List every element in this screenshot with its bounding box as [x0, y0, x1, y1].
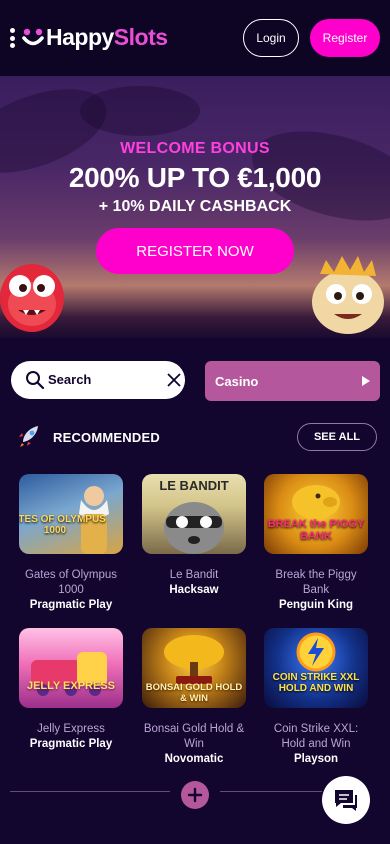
game-thumbnail[interactable]: BREAK the PIGGY BANK: [264, 474, 368, 554]
game-thumbnail[interactable]: BONSAI GOLD HOLD & WIN: [142, 628, 246, 708]
game-thumbnail[interactable]: GATES OF OLYMPUS 1000: [19, 474, 123, 554]
plus-icon: [187, 787, 203, 803]
hero-cashback: + 10% DAILY CASHBACK: [98, 198, 292, 215]
game-thumbnail[interactable]: COIN STRIKE XXL HOLD AND WIN: [264, 628, 368, 708]
cream-monster-icon: [312, 256, 384, 334]
divider-right: [220, 791, 322, 792]
hero-banner[interactable]: WELCOME BONUS 200% UP TO €1,000 + 10% DA…: [0, 76, 390, 338]
game-art-title: BONSAI GOLD HOLD & WIN: [145, 682, 243, 704]
search-input[interactable]: Search: [11, 361, 185, 399]
top-header: Happy Slots Login Register: [0, 0, 390, 76]
game-card[interactable]: COIN STRIKE XXL HOLD AND WIN Coin Strike…: [264, 628, 368, 767]
game-name: Le Bandit: [169, 569, 219, 581]
game-card[interactable]: BONSAI GOLD HOLD & WIN Bonsai Gold Hold …: [142, 628, 246, 767]
game-provider: Novomatic: [164, 753, 224, 765]
game-provider: Hacksaw: [169, 584, 219, 596]
game-name: Coin Strike XXL: Hold and Win: [273, 723, 359, 750]
hero-bg-shape: [80, 86, 200, 136]
hero-title: 200% UP TO €1,000: [68, 162, 322, 193]
game-thumbnail[interactable]: JELLY EXPRESS: [19, 628, 123, 708]
hero-subtitle: WELCOME BONUS: [120, 140, 270, 157]
load-more-button[interactable]: [181, 781, 209, 809]
game-art-title: LE BANDIT: [159, 478, 229, 493]
chat-icon: [335, 790, 357, 811]
smile-logo-icon: [22, 28, 44, 45]
game-art-title: JELLY EXPRESS: [26, 680, 116, 692]
game-provider: Pragmatic Play: [29, 599, 113, 611]
login-button[interactable]: Login: [243, 19, 299, 57]
game-provider: Penguin King: [278, 599, 354, 611]
game-card[interactable]: GATES OF OLYMPUS 1000 Gates of Olympus 1…: [19, 474, 123, 613]
lightning-coin-icon: [296, 632, 336, 672]
close-icon[interactable]: [167, 373, 181, 387]
game-provider: Pragmatic Play: [29, 738, 113, 750]
game-art-title: COIN STRIKE XXL HOLD AND WIN: [272, 672, 360, 694]
game-card[interactable]: JELLY EXPRESS Jelly Express Pragmatic Pl…: [19, 628, 123, 752]
game-name: Bonsai Gold Hold & Win: [143, 723, 245, 750]
triangle-right-icon: [362, 376, 370, 386]
see-all-button[interactable]: SEE ALL: [297, 423, 377, 451]
game-thumbnail[interactable]: LE BANDIT: [142, 474, 246, 554]
logo-text-happy: Happy: [46, 24, 114, 50]
logo[interactable]: Happy Slots: [22, 24, 168, 51]
category-select[interactable]: Casino: [205, 361, 380, 401]
divider-left: [10, 791, 170, 792]
game-card[interactable]: LE BANDIT Le Bandit Hacksaw: [142, 474, 246, 598]
game-provider: Playson: [293, 753, 339, 765]
game-name: Jelly Express: [37, 723, 105, 735]
rocket-icon: [19, 426, 38, 447]
game-name: Gates of Olympus 1000: [24, 569, 118, 596]
search-icon: [26, 371, 45, 390]
raccoon-bandit-icon: [164, 502, 224, 554]
game-art-title: BREAK the PIGGY BANK: [267, 518, 365, 542]
register-now-button[interactable]: REGISTER NOW: [96, 228, 294, 274]
game-name: Break the Piggy Bank: [275, 569, 357, 596]
game-art-title: GATES OF OLYMPUS 1000: [19, 514, 106, 536]
game-card[interactable]: BREAK the PIGGY BANK Break the Piggy Ban…: [264, 474, 368, 613]
search-label: Search: [48, 372, 92, 387]
register-button[interactable]: Register: [310, 19, 380, 57]
menu-dots-icon[interactable]: [9, 28, 15, 48]
red-monster-icon: [0, 264, 64, 332]
section-title: RECOMMENDED: [53, 430, 160, 445]
logo-text-slots: Slots: [113, 24, 168, 50]
piggy-icon: [292, 485, 340, 519]
category-value: Casino: [215, 374, 259, 389]
bonsai-tree-icon: [164, 635, 224, 684]
chat-button[interactable]: [322, 776, 370, 824]
